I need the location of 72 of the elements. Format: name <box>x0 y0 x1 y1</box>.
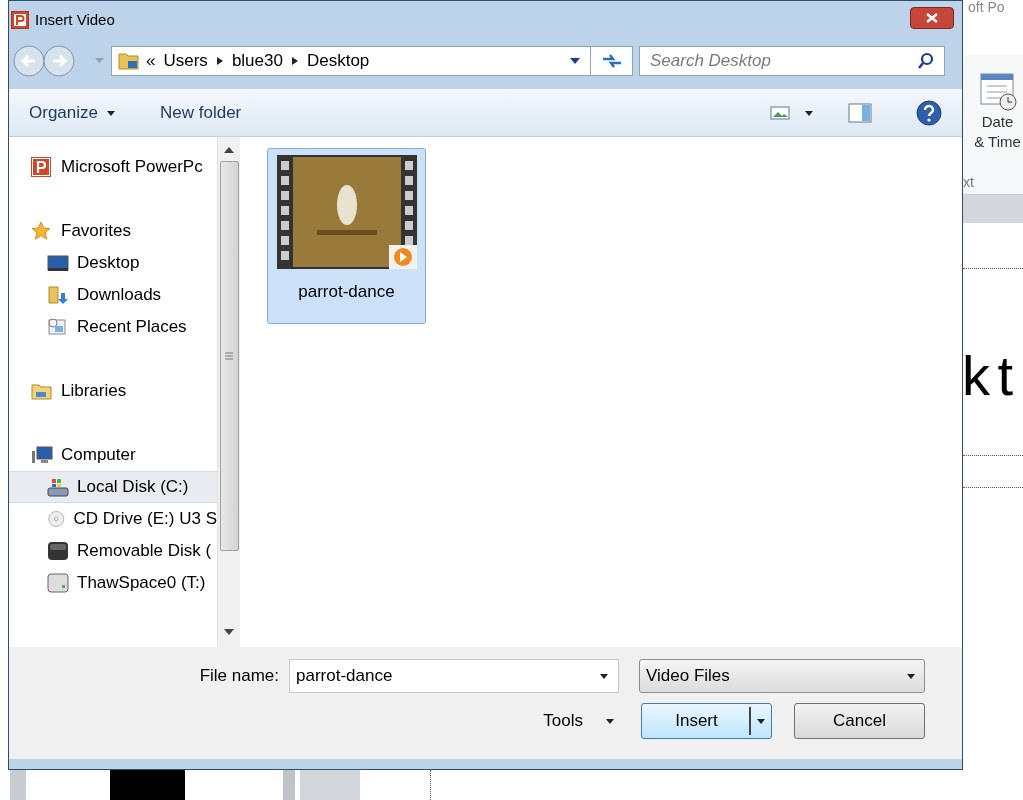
slide-title-text: k t <box>962 348 1010 404</box>
breadcrumb[interactable]: blue30 <box>231 48 283 74</box>
file-item[interactable]: parrot-dance <box>267 148 426 324</box>
back-forward-buttons-icon <box>11 43 107 79</box>
scroll-up-icon <box>224 147 234 153</box>
refresh-button[interactable] <box>591 46 633 76</box>
caret-icon <box>605 717 615 725</box>
breadcrumb[interactable]: « <box>146 48 156 74</box>
dropdown-caret-icon <box>906 672 916 680</box>
search-icon <box>917 52 935 70</box>
date-time-button[interactable]: Date & Time <box>972 68 1023 152</box>
powerpoint-icon <box>31 157 53 177</box>
insert-button[interactable]: Insert <box>641 703 772 739</box>
folder-icon <box>31 381 53 401</box>
toolbar-button[interactable]: Organize <box>29 99 116 126</box>
drive-icon <box>47 541 69 561</box>
ribbon-group-label: xt <box>963 173 974 192</box>
sidebar-item[interactable]: Microsoft PowerPc <box>9 151 217 183</box>
folder-icon <box>118 51 140 71</box>
monitor-icon <box>47 253 69 273</box>
breadcrumb[interactable]: Users <box>163 48 208 74</box>
field-label: File name: <box>199 665 279 688</box>
scrollbar-thumb <box>300 770 360 800</box>
sidebar-item[interactable]: Downloads <box>9 279 217 311</box>
grip-icon <box>225 352 233 360</box>
drive-icon <box>47 573 69 593</box>
recent-places-icon <box>47 317 69 337</box>
scrollbar-track <box>10 770 26 800</box>
star-icon <box>31 221 53 241</box>
close-button[interactable] <box>910 7 954 29</box>
caret-icon <box>804 108 814 117</box>
dropdown-caret-icon <box>570 57 580 65</box>
scroll-down-icon <box>224 629 234 635</box>
sidebar-item[interactable]: Removable Disk ( <box>9 535 217 567</box>
sidebar-item[interactable]: Computer <box>9 439 217 471</box>
disc-icon <box>47 509 66 529</box>
address-bar[interactable]: « Users blue30 Desktop <box>111 46 591 76</box>
preview-pane-icon <box>848 102 872 123</box>
sidebar-item[interactable]: Desktop <box>9 247 217 279</box>
file-type-dropdown[interactable]: Video Files <box>639 659 925 693</box>
app-title: oft Po <box>968 0 1005 17</box>
sidebar-item[interactable]: Local Disk (C:) <box>9 471 217 503</box>
help-button[interactable] <box>916 99 942 126</box>
sidebar-item[interactable]: CD Drive (E:) U3 S <box>9 503 217 535</box>
hard-disk-icon <box>47 477 69 497</box>
chevron-right-icon <box>215 56 224 66</box>
sidebar-item[interactable]: Favorites <box>9 215 217 247</box>
breadcrumb[interactable]: Desktop <box>306 48 370 74</box>
cancel-button[interactable]: Cancel <box>794 703 925 739</box>
powerpoint-icon <box>11 11 29 29</box>
ribbon-bottom-bar <box>963 195 1023 223</box>
folder-download-icon <box>47 285 69 305</box>
dropdown-caret-icon <box>599 672 609 680</box>
computer-icon <box>31 445 53 465</box>
video-thumbnail-icon <box>276 155 417 269</box>
sidebar-item[interactable]: Recent Places <box>9 311 217 343</box>
tools-button[interactable]: Tools <box>543 708 615 734</box>
window-title: Insert Video <box>35 9 116 30</box>
scrollbar-thumb[interactable] <box>219 161 239 551</box>
close-icon <box>926 13 938 23</box>
scrollbar[interactable] <box>217 137 240 647</box>
caret-icon <box>106 108 116 117</box>
sidebar-item[interactable]: ThawSpace0 (T:) <box>9 567 217 599</box>
view-options-button[interactable] <box>770 104 814 121</box>
scrollbar-track <box>283 770 295 800</box>
picture-icon <box>770 104 790 121</box>
file-name-field[interactable]: parrot-dance <box>289 659 619 693</box>
chevron-right-icon <box>290 56 299 66</box>
toolbar-button[interactable]: New folder <box>160 99 242 126</box>
caret-icon <box>756 717 766 725</box>
sidebar-item[interactable]: Libraries <box>9 375 217 407</box>
search-field[interactable]: Search Desktop <box>639 46 945 76</box>
